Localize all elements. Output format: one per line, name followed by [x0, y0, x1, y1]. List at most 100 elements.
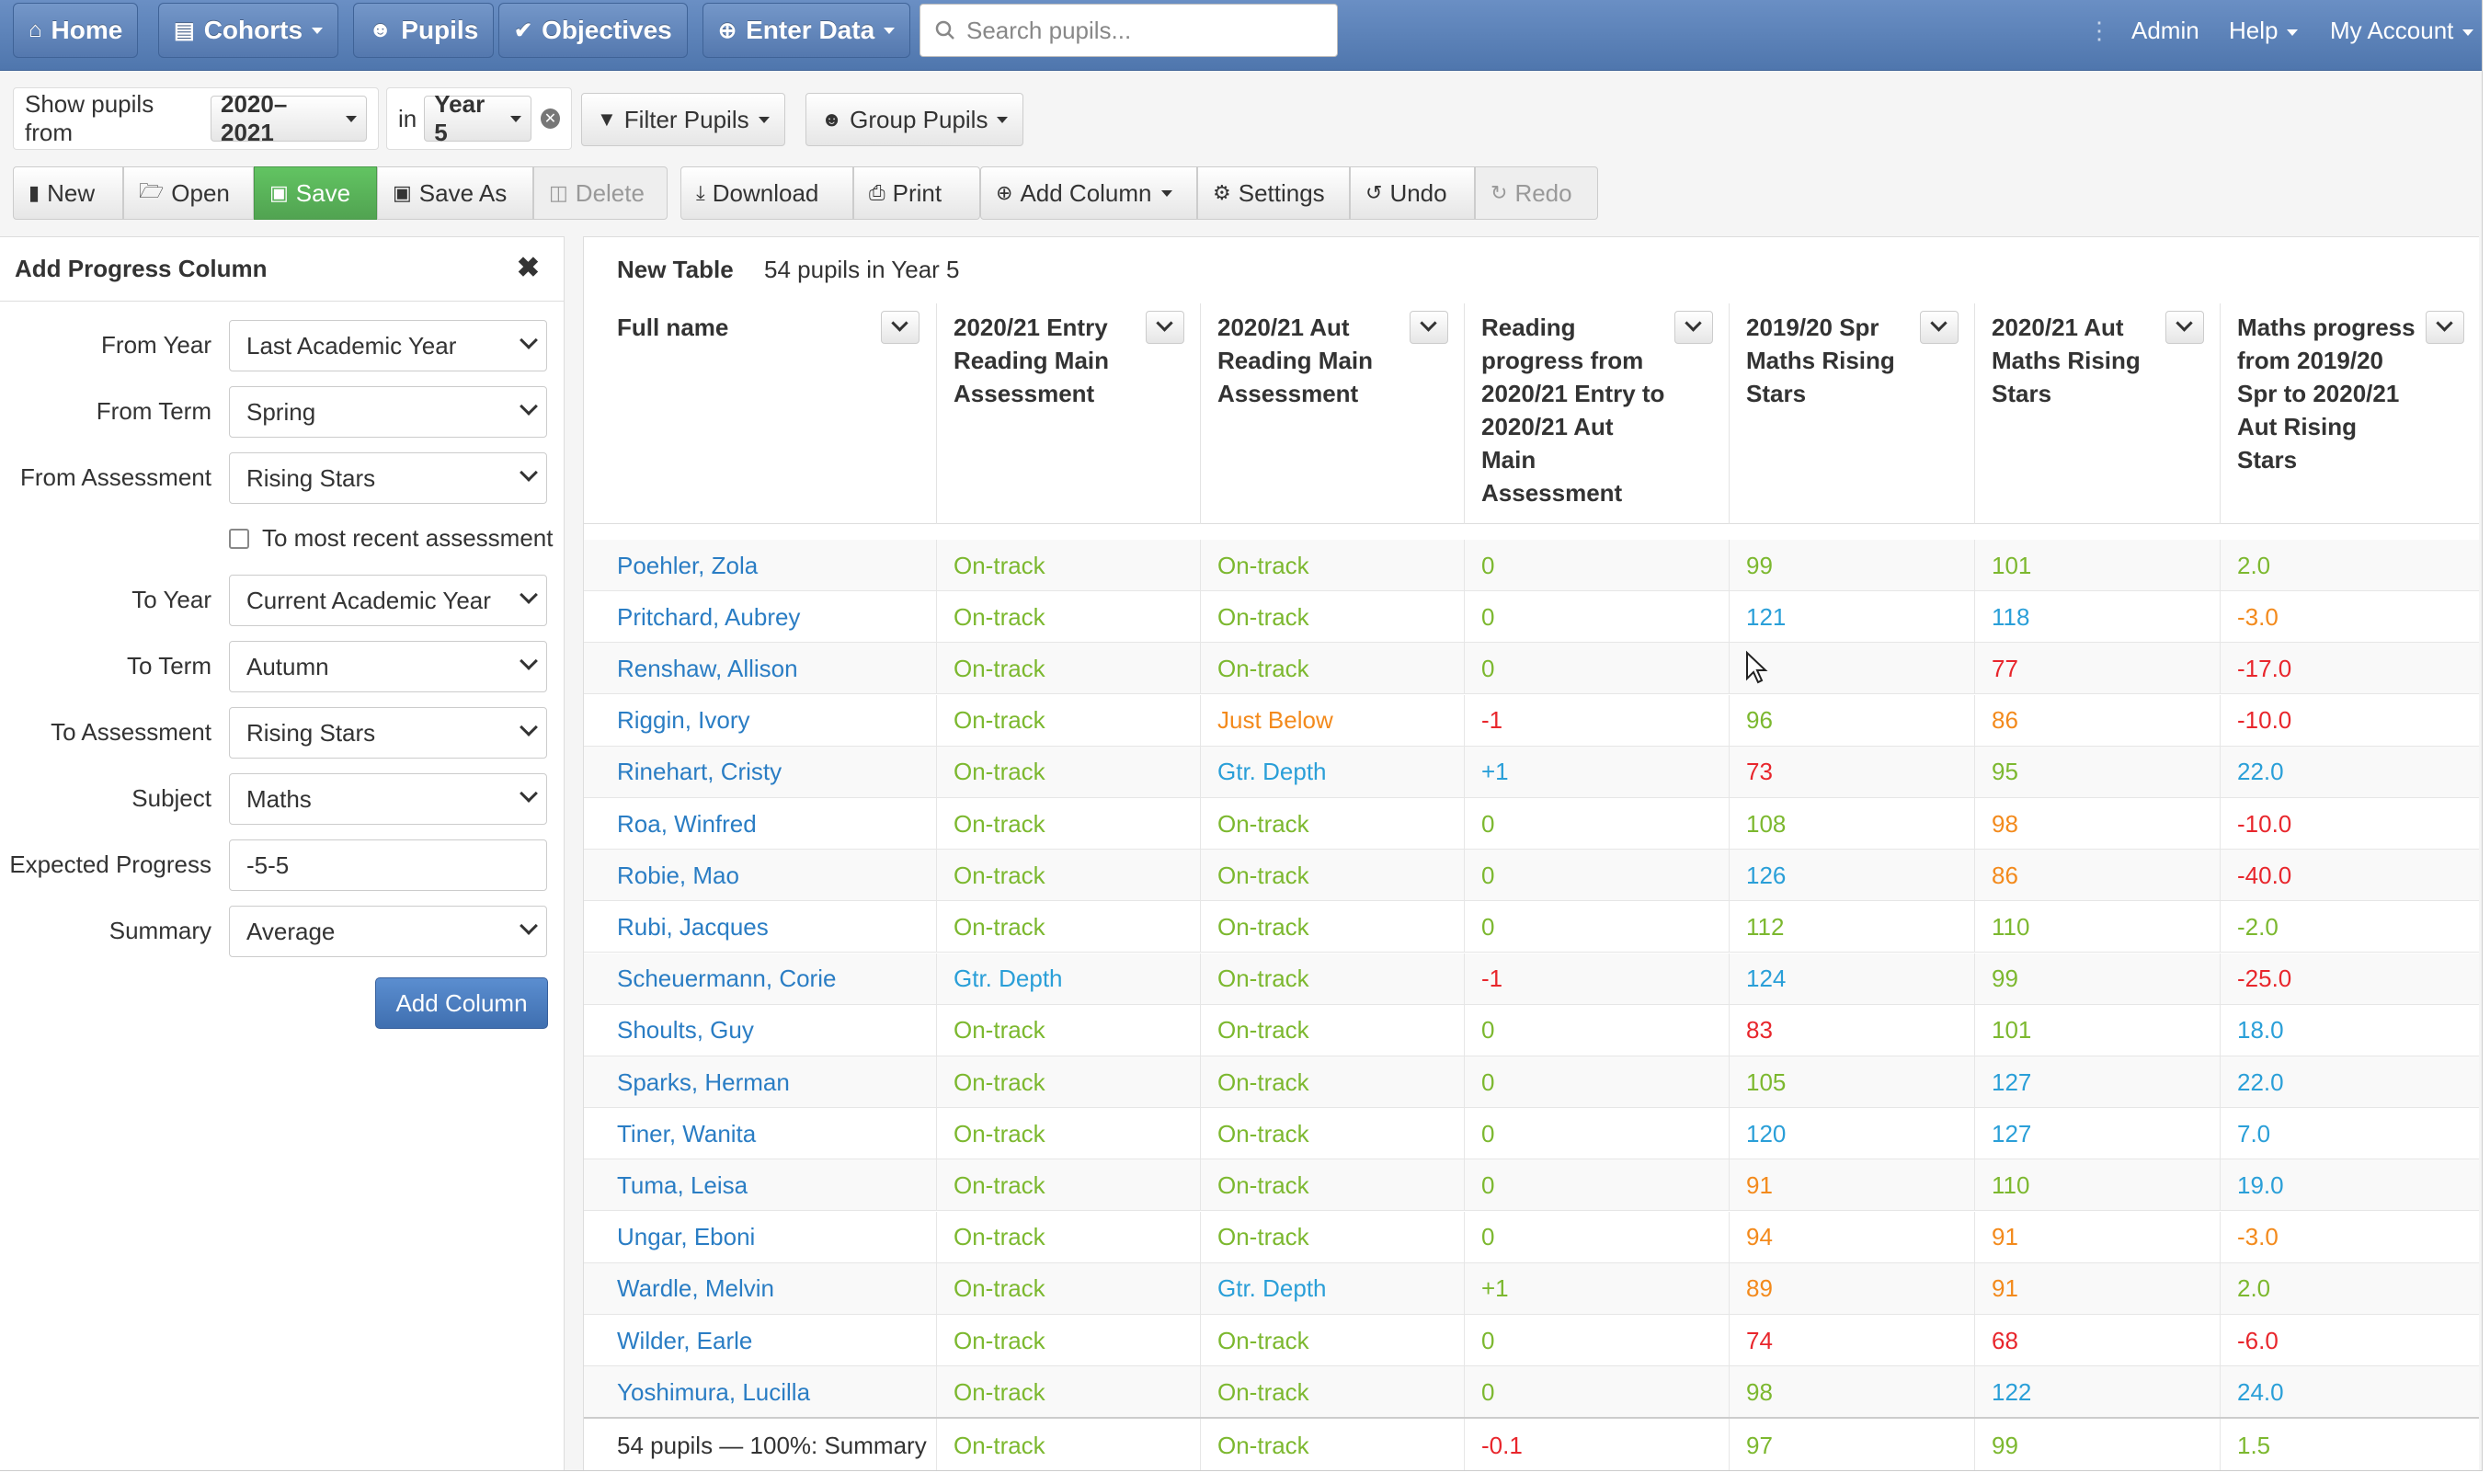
- nav-enter-data-button[interactable]: ⊕ Enter Data: [702, 3, 911, 58]
- from-year-select[interactable]: Last Academic Year: [229, 320, 547, 371]
- cell-entry-reading: On-track: [936, 1315, 1200, 1366]
- column-menu-dropdown[interactable]: [2426, 311, 2464, 344]
- cell-aut-maths: 68: [1974, 1315, 2220, 1366]
- save-button[interactable]: ▣ Save: [254, 166, 377, 220]
- folder-open-icon: 🗁: [139, 179, 165, 202]
- cell-entry-reading: On-track: [936, 798, 1200, 850]
- column-header-aut-reading[interactable]: 2020/21 Aut Reading Main Assessment: [1200, 303, 1464, 524]
- cell-reading-progress: +1: [1464, 1262, 1729, 1315]
- panel-title: Add Progress Column: [0, 237, 564, 302]
- pupil-name-link[interactable]: Tiner, Wanita: [584, 1108, 936, 1159]
- nav-admin-link[interactable]: Admin: [2131, 17, 2199, 45]
- from-term-label: From Term: [96, 397, 211, 425]
- column-menu-dropdown[interactable]: [1146, 311, 1184, 344]
- pupil-name-link[interactable]: Ungar, Eboni: [584, 1212, 936, 1263]
- column-header-aut-maths[interactable]: 2020/21 Aut Maths Rising Stars: [1974, 303, 2220, 524]
- nav-help-link[interactable]: Help: [2229, 17, 2299, 45]
- pupil-name-link[interactable]: Wilder, Earle: [584, 1315, 936, 1366]
- year-group-select[interactable]: Year 5: [424, 90, 531, 146]
- pupil-name-link[interactable]: Poehler, Zola: [584, 540, 936, 591]
- cell-spr-maths: 121: [1729, 591, 1974, 644]
- column-menu-dropdown[interactable]: [2165, 311, 2204, 344]
- pupil-name-link[interactable]: Scheuermann, Corie: [584, 953, 936, 1005]
- settings-button[interactable]: ⚙ Settings: [1197, 166, 1350, 220]
- cell-maths-progress: 22.0: [2220, 1056, 2479, 1108]
- pupil-name-link[interactable]: Robie, Mao: [584, 850, 936, 901]
- column-header-maths-progress[interactable]: Maths progress from 2019/20 Spr to 2020/…: [2220, 303, 2479, 524]
- expected-progress-input[interactable]: -5-5: [229, 839, 547, 891]
- undo-button[interactable]: ↺ Undo: [1350, 166, 1475, 220]
- pupil-name-link[interactable]: Rinehart, Cristy: [584, 747, 936, 798]
- subject-select[interactable]: Maths: [229, 773, 547, 825]
- pupil-name-link[interactable]: Shoults, Guy: [584, 1005, 936, 1056]
- nav-pupils-button[interactable]: ☻ Pupils: [353, 3, 495, 58]
- table-summary-row: 54 pupils — 100%: Summary On-track On-trac…: [584, 1417, 2479, 1470]
- pupil-name-link[interactable]: Pritchard, Aubrey: [584, 591, 936, 643]
- column-menu-dropdown[interactable]: [1674, 311, 1713, 344]
- column-header-entry-reading[interactable]: 2020/21 Entry Reading Main Assessment: [936, 303, 1200, 524]
- column-menu-dropdown[interactable]: [1410, 311, 1448, 344]
- cell-spr-maths: 124: [1729, 953, 1974, 1005]
- most-recent-checkbox[interactable]: [229, 528, 249, 549]
- most-recent-checkbox-row[interactable]: To most recent assessment: [229, 524, 553, 553]
- cell-reading-progress: 0: [1464, 643, 1729, 695]
- column-menu-dropdown[interactable]: [1920, 311, 1959, 344]
- pupil-name-link[interactable]: Roa, Winfred: [584, 798, 936, 850]
- caret-down-icon: [509, 115, 521, 122]
- pupil-name-link[interactable]: Renshaw, Allison: [584, 643, 936, 694]
- add-column-submit-button[interactable]: Add Column: [375, 977, 548, 1029]
- expected-progress-label: Expected Progress: [9, 850, 211, 878]
- column-header-reading-progress[interactable]: Reading progress from 2020/21 Entry to 2…: [1464, 303, 1729, 524]
- nav-objectives-button[interactable]: ✔ Objectives: [498, 3, 688, 58]
- filter-icon: ▼: [597, 108, 617, 131]
- add-column-button[interactable]: ⊕ Add Column: [980, 166, 1197, 220]
- delete-button[interactable]: ◫ Delete: [533, 166, 668, 220]
- chevron-down-icon: [520, 917, 538, 935]
- column-header-spr-maths[interactable]: 2019/20 Spr Maths Rising Stars: [1729, 303, 1974, 524]
- cell-aut-reading: Just Below: [1200, 694, 1464, 747]
- pupil-name-link[interactable]: Rubi, Jacques: [584, 901, 936, 953]
- group-pupils-button[interactable]: ☻ Group Pupils: [805, 93, 1024, 146]
- print-icon: ⎙: [869, 181, 885, 204]
- cell-reading-progress: 0: [1464, 540, 1729, 591]
- table-count: 54 pupils in Year 5: [764, 256, 960, 283]
- year-range-select[interactable]: 2020–2021: [211, 90, 367, 146]
- search-input[interactable]: [966, 16, 1316, 45]
- new-button[interactable]: ▮ New: [13, 166, 123, 220]
- to-assessment-select[interactable]: Rising Stars: [229, 707, 547, 759]
- pupil-name-link[interactable]: Riggin, Ivory: [584, 695, 936, 747]
- save-as-button[interactable]: ▣ Save As: [377, 166, 533, 220]
- pupil-name-link[interactable]: Sparks, Herman: [584, 1056, 936, 1108]
- clear-filter-icon[interactable]: ✕: [540, 108, 560, 129]
- new-label: New: [47, 178, 96, 207]
- from-assessment-select[interactable]: Rising Stars: [229, 452, 547, 504]
- summary-select[interactable]: Average: [229, 906, 547, 957]
- gear-icon: ⚙: [1213, 181, 1231, 204]
- nav-home-button[interactable]: ⌂ Home: [13, 3, 139, 58]
- filter-pupils-button[interactable]: ▼ Filter Pupils: [581, 93, 785, 146]
- to-year-select[interactable]: Current Academic Year: [229, 575, 547, 626]
- to-term-select[interactable]: Autumn: [229, 641, 547, 692]
- download-label: Download: [712, 178, 819, 207]
- table-row: Shoults, Guy On-track On-track 0 83 101 18.0: [584, 1004, 2479, 1056]
- pupil-name-link[interactable]: Yoshimura, Lucilla: [584, 1366, 936, 1418]
- delete-label: Delete: [575, 178, 645, 207]
- from-term-select[interactable]: Spring: [229, 386, 547, 438]
- column-header-full-name[interactable]: Full name: [584, 303, 936, 524]
- column-menu-dropdown[interactable]: [881, 311, 919, 344]
- nav-my-account-link[interactable]: My Account: [2330, 17, 2474, 45]
- cell-spr-maths: 112: [1729, 901, 1974, 953]
- cell-maths-progress: -6.0: [2220, 1315, 2479, 1366]
- redo-button[interactable]: ↻ Redo: [1475, 166, 1598, 220]
- from-term-value: Spring: [246, 397, 316, 426]
- close-icon[interactable]: ✖: [517, 252, 540, 284]
- print-button[interactable]: ⎙ Print: [853, 166, 980, 220]
- download-button[interactable]: ⤓ Download: [680, 166, 853, 220]
- open-button[interactable]: 🗁 Open: [123, 166, 254, 220]
- from-assessment-label: From Assessment: [19, 463, 211, 491]
- pupil-name-link[interactable]: Tuma, Leisa: [584, 1159, 936, 1211]
- search-box[interactable]: [919, 4, 1338, 57]
- cell-maths-progress: -10.0: [2220, 798, 2479, 850]
- nav-cohorts-button[interactable]: ▤ Cohorts: [158, 3, 339, 58]
- pupil-name-link[interactable]: Wardle, Melvin: [584, 1263, 936, 1315]
